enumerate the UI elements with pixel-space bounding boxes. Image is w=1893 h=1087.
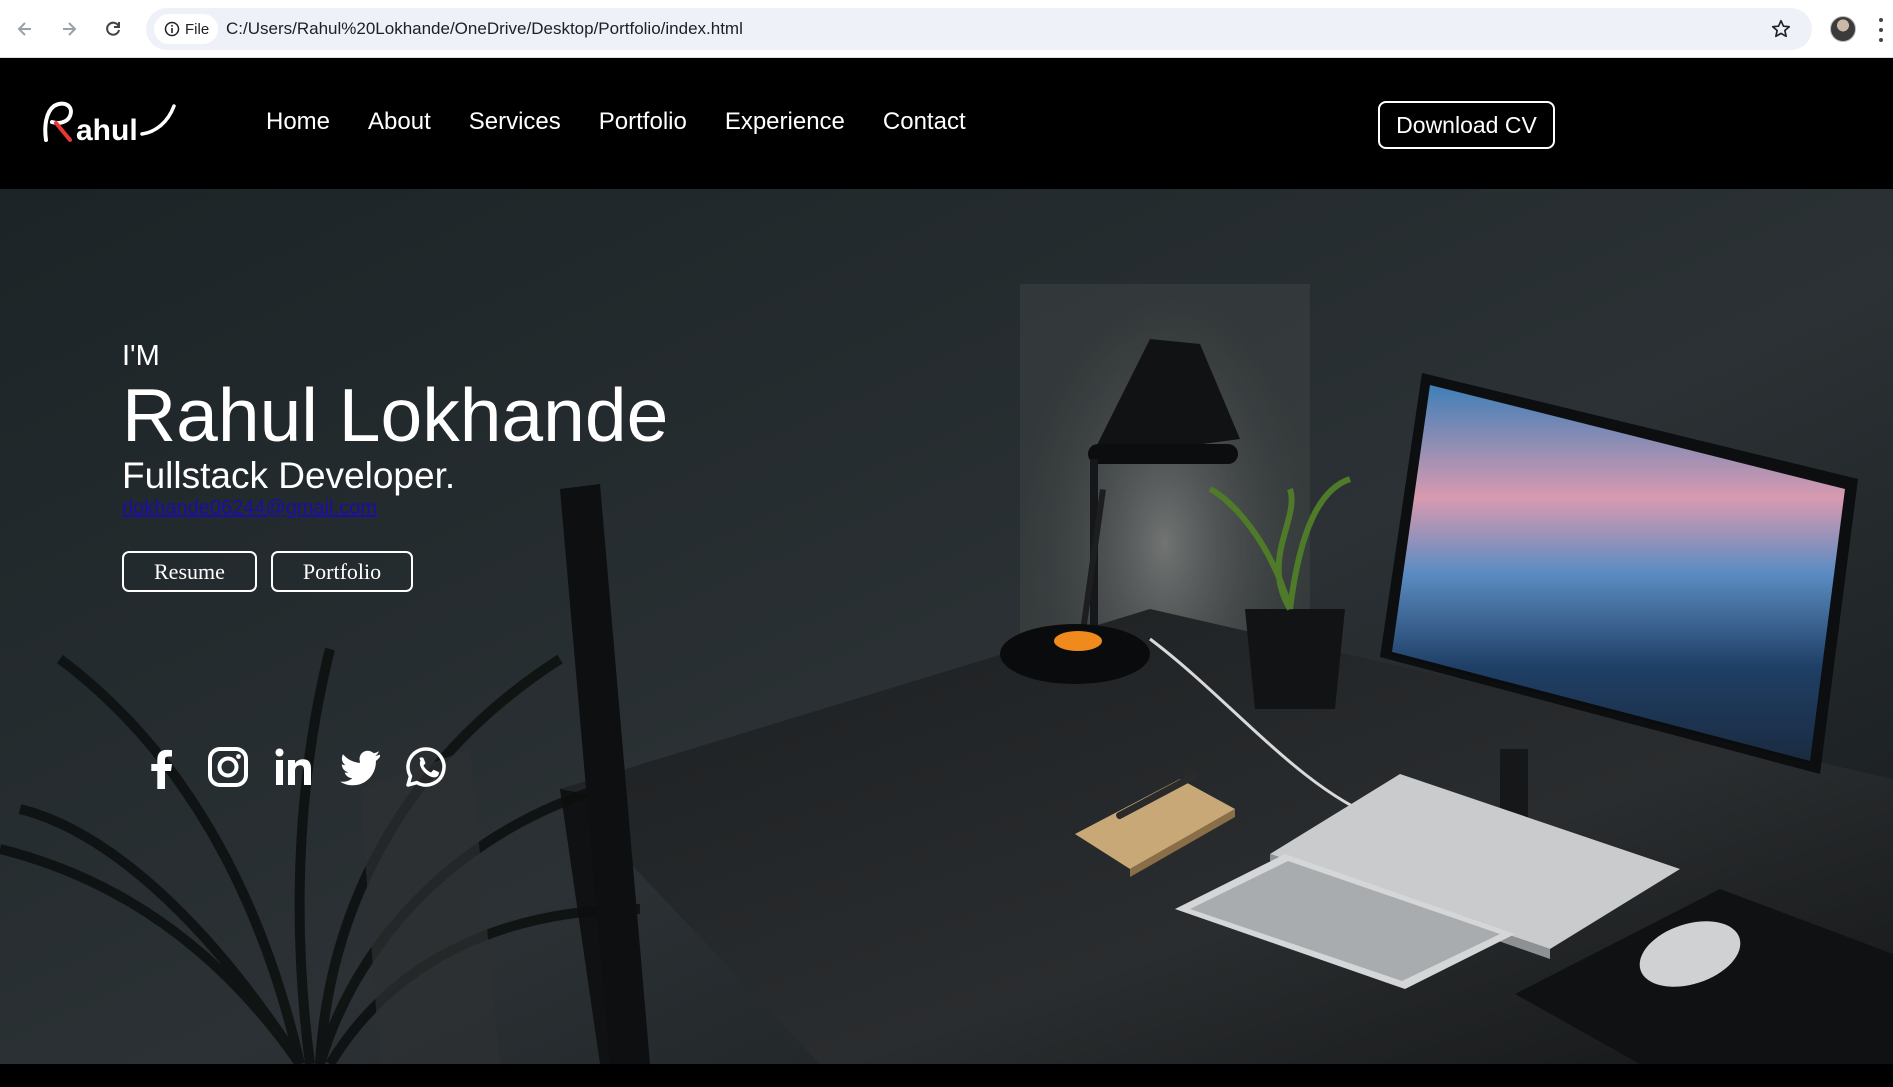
info-icon — [164, 21, 180, 37]
reload-button[interactable] — [98, 14, 128, 44]
hero-section: I'M Rahul Lokhande Fullstack Developer. … — [0, 189, 1893, 1064]
address-bar[interactable]: File C:/Users/Rahul%20Lokhande/OneDrive/… — [146, 8, 1812, 50]
resume-button[interactable]: Resume — [122, 551, 257, 592]
forward-button[interactable] — [54, 14, 84, 44]
nav-contact[interactable]: Contact — [883, 108, 966, 136]
hero-intro: I'M — [122, 340, 160, 372]
twitter-icon[interactable] — [338, 745, 382, 789]
site-info-chip[interactable]: File — [154, 14, 218, 44]
nav-experience[interactable]: Experience — [725, 108, 845, 136]
instagram-icon[interactable] — [206, 745, 250, 789]
bookmark-star-icon[interactable] — [1770, 18, 1792, 40]
hero-text-block: I'M Rahul Lokhande Fullstack Developer. … — [122, 339, 668, 519]
hero-role: Fullstack Developer. — [122, 455, 456, 496]
menu-kebab-icon[interactable] — [1878, 18, 1884, 42]
email-link[interactable]: rlokhande06244@gmail.com — [122, 497, 668, 519]
main-nav: Home About Services Portfolio Experience… — [266, 108, 1004, 136]
nav-about[interactable]: About — [368, 108, 431, 136]
lamp-orange-light — [1054, 631, 1102, 651]
hero-background-image — [0, 189, 1893, 1064]
whatsapp-icon[interactable] — [404, 745, 448, 789]
arrow-left-icon — [17, 22, 31, 36]
url-text[interactable]: C:/Users/Rahul%20Lokhande/OneDrive/Deskt… — [226, 19, 743, 39]
nav-portfolio[interactable]: Portfolio — [599, 108, 687, 136]
back-button[interactable] — [10, 14, 40, 44]
svg-text:ahul: ahul — [76, 114, 138, 147]
site-info-label: File — [185, 20, 210, 38]
nav-services[interactable]: Services — [469, 108, 561, 136]
arrow-right-icon — [63, 22, 77, 36]
profile-avatar[interactable] — [1830, 16, 1856, 42]
download-cv-button[interactable]: Download CV — [1378, 101, 1555, 149]
reload-icon — [106, 21, 120, 36]
nav-home[interactable]: Home — [266, 108, 330, 136]
hero-name: Rahul Lokhande — [122, 373, 669, 457]
browser-toolbar: File C:/Users/Rahul%20Lokhande/OneDrive/… — [0, 0, 1893, 58]
portfolio-button[interactable]: Portfolio — [270, 551, 414, 592]
rahul-logo[interactable]: ahul — [40, 96, 180, 148]
site-header: ahul Home About Services Portfolio Exper… — [0, 58, 1893, 189]
linkedin-icon[interactable] — [272, 745, 316, 789]
page-bottom-bar — [0, 1064, 1893, 1087]
facebook-icon[interactable] — [140, 745, 184, 789]
hero-buttons: Resume Portfolio — [122, 551, 414, 592]
social-links — [140, 745, 448, 789]
